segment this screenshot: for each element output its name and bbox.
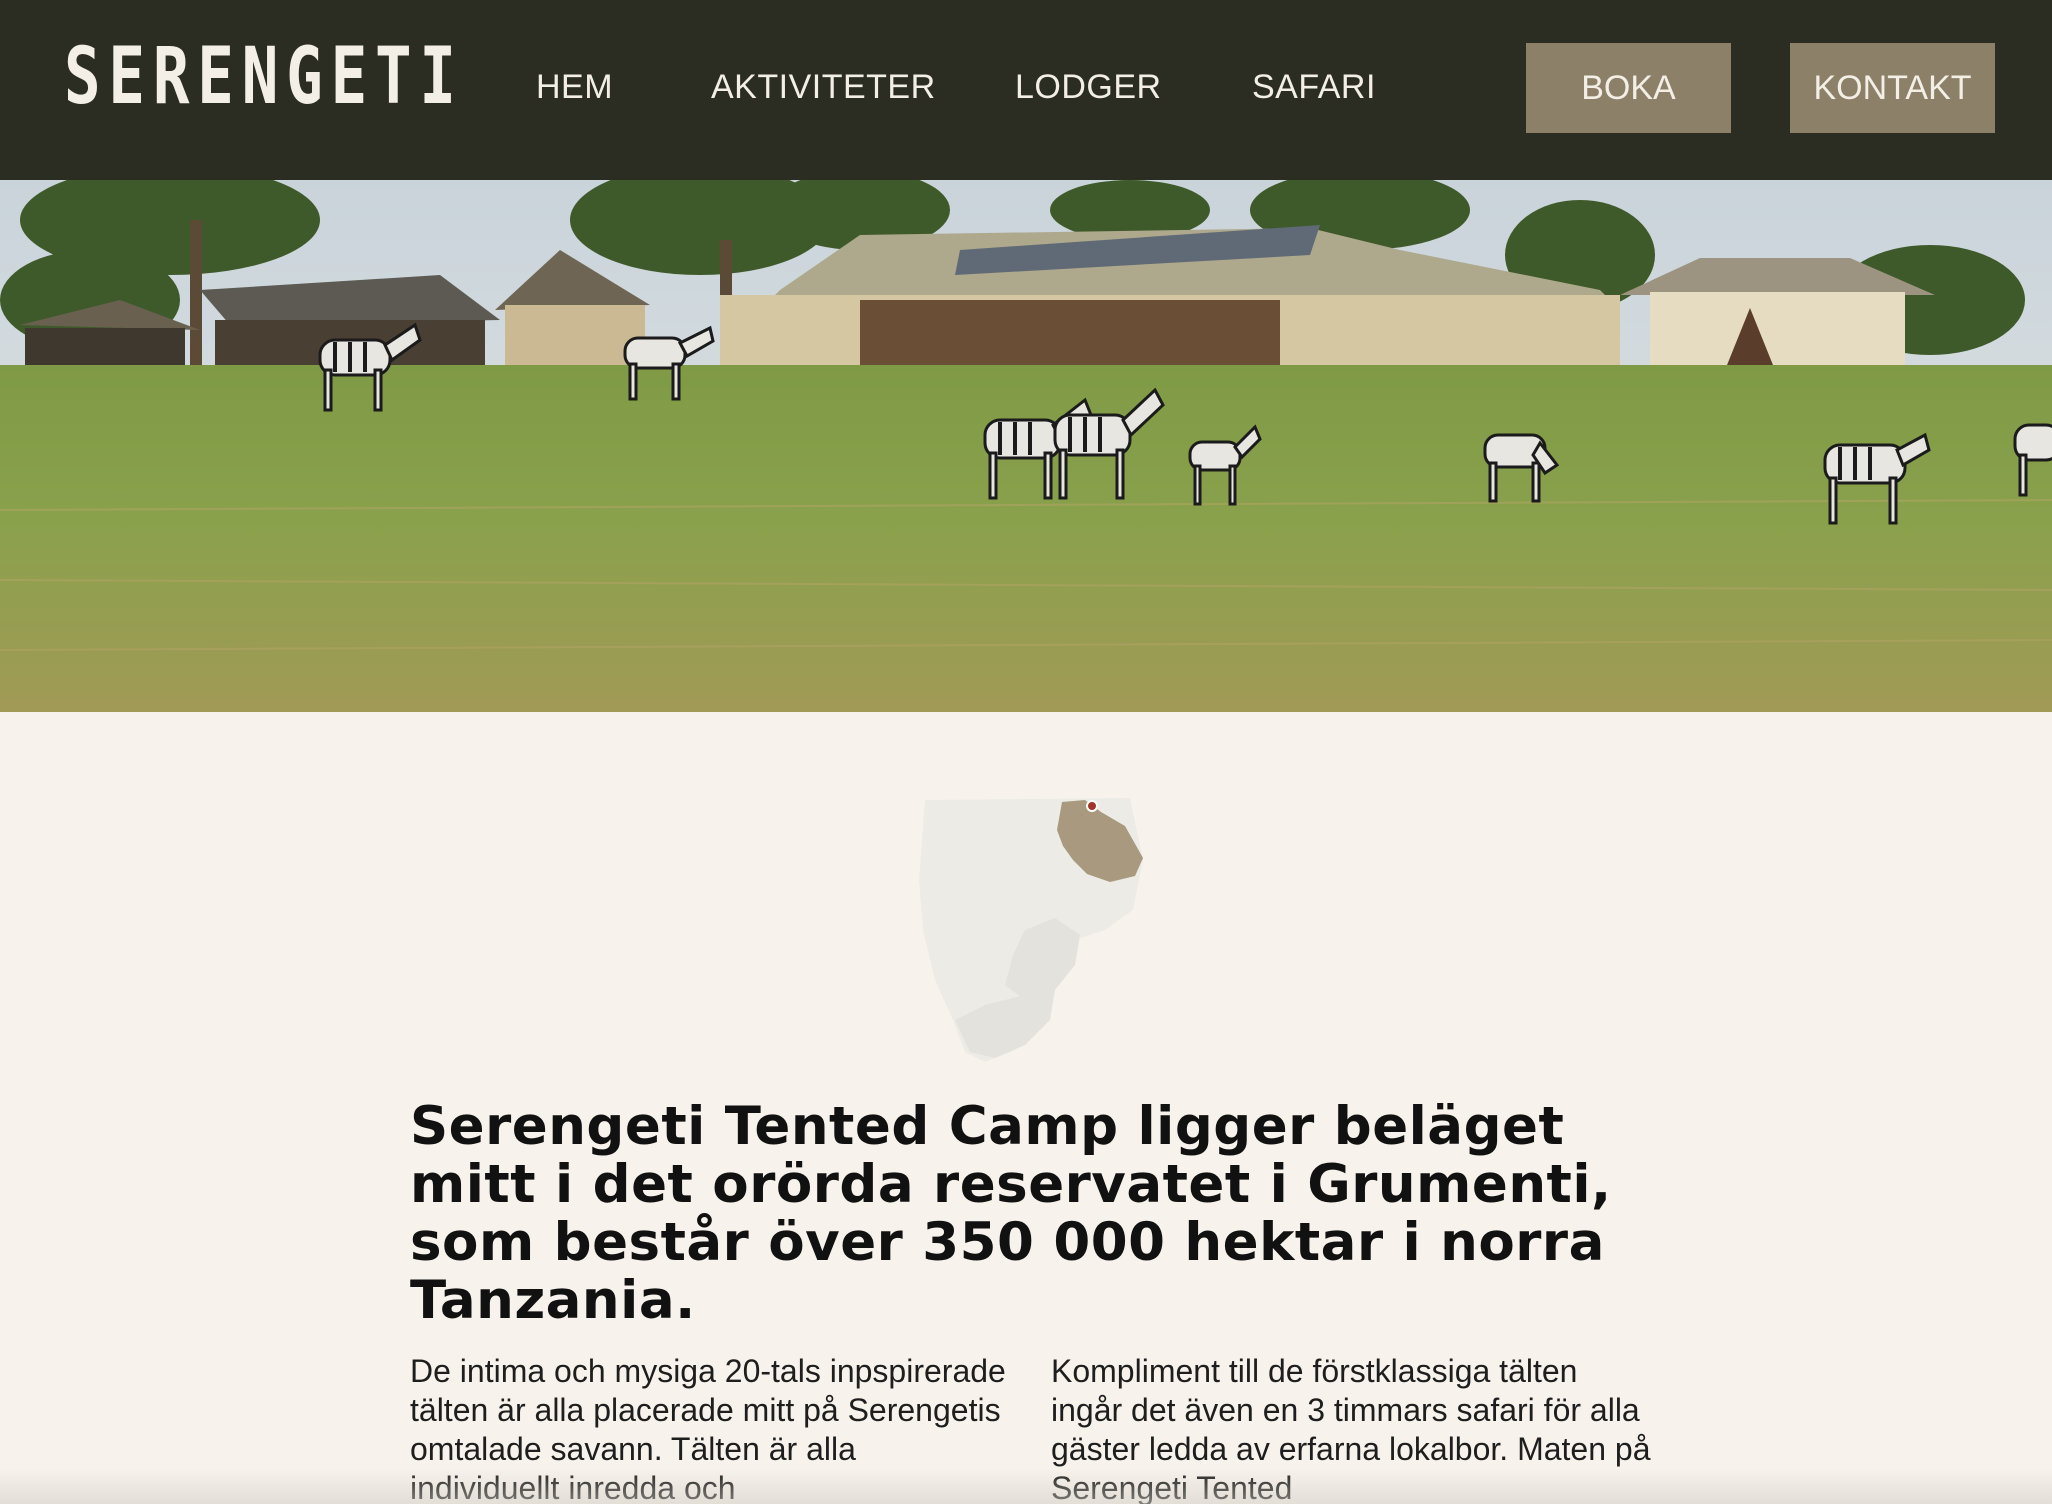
kontakt-button[interactable]: KONTAKT bbox=[1790, 43, 1995, 133]
bottom-fade bbox=[0, 1468, 2052, 1504]
serengeti-logo[interactable]: SERENGETI bbox=[64, 38, 464, 116]
africa-location-map bbox=[905, 790, 1145, 1070]
hero-image bbox=[0, 180, 2052, 712]
nav-link-lodger[interactable]: LODGER bbox=[1015, 68, 1162, 107]
boka-button[interactable]: BOKA bbox=[1526, 43, 1731, 133]
nav-link-safari[interactable]: SAFARI bbox=[1252, 68, 1376, 107]
top-navigation-bar: SERENGETI HEM AKTIVITETER LODGER SAFARI … bbox=[0, 0, 2052, 180]
nav-link-aktiviteter[interactable]: AKTIVITETER bbox=[711, 68, 936, 107]
intro-headline: Serengeti Tented Camp ligger beläget mit… bbox=[410, 1096, 1612, 1331]
nav-link-hem[interactable]: HEM bbox=[536, 68, 613, 107]
